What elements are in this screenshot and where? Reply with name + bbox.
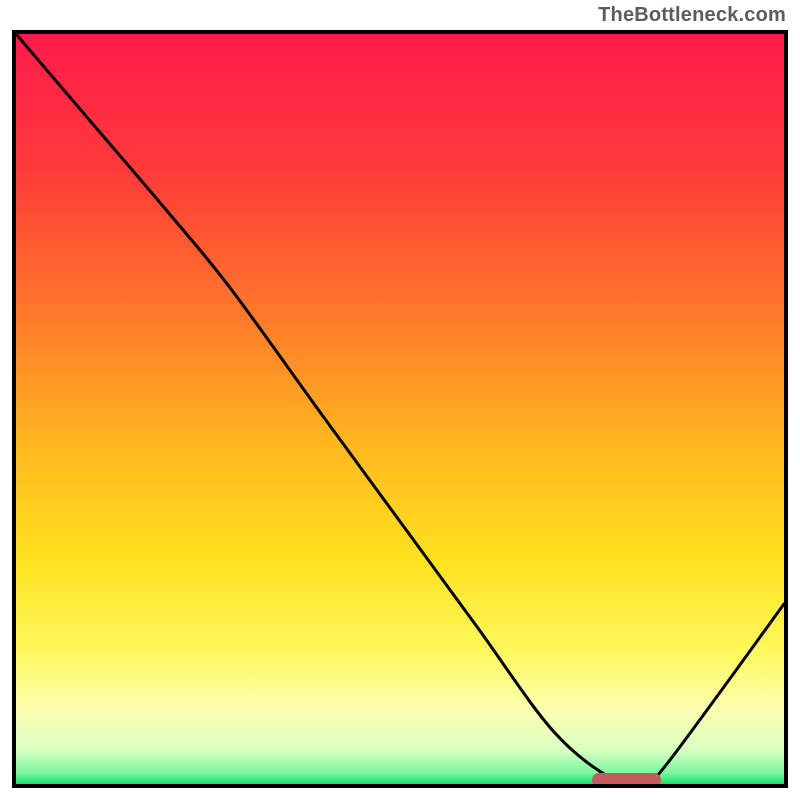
attribution-label: TheBottleneck.com: [598, 4, 786, 27]
bottleneck-curve: [16, 34, 784, 784]
optimal-range-marker: [592, 773, 661, 787]
chart-stage: TheBottleneck.com: [0, 0, 800, 800]
chart-frame: [12, 30, 788, 788]
